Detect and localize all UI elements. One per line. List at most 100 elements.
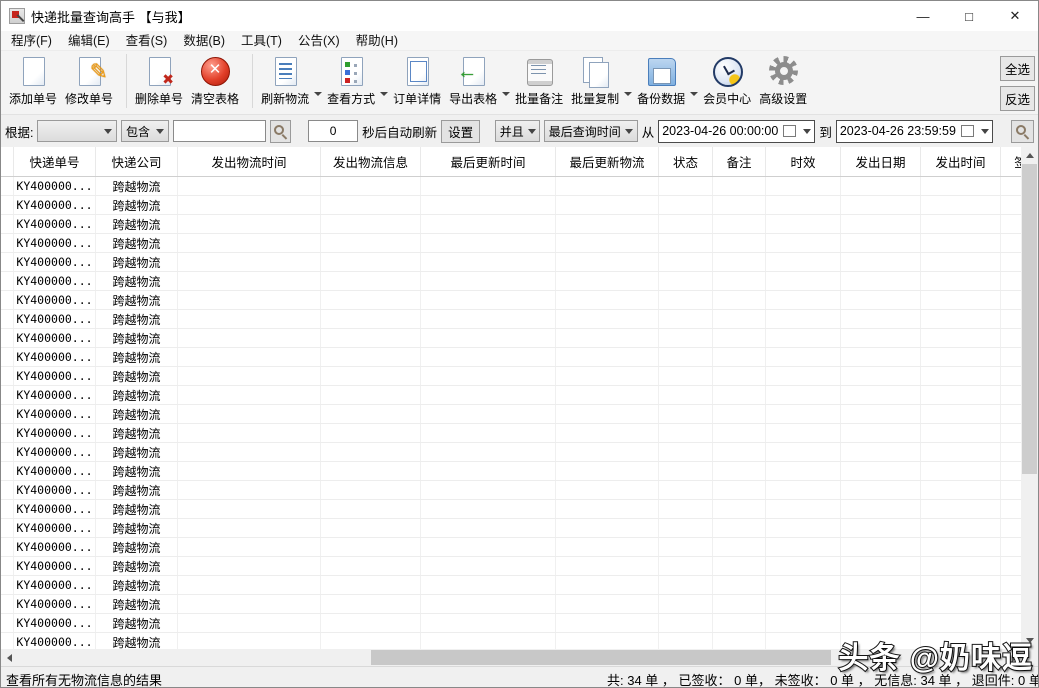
add-order-button[interactable]: 添加单号 [5,54,61,108]
tracking-number-cell[interactable]: KY400000... [14,215,96,233]
backup-data-button[interactable]: 备份数据 [633,54,689,108]
vertical-scrollbar[interactable] [1021,147,1038,649]
tracking-number-cell[interactable]: KY400000... [14,310,96,328]
chevron-down-icon[interactable] [502,92,511,96]
batch-copy-button[interactable]: 批量复制 [567,54,623,108]
field-combobox[interactable] [37,120,117,142]
close-button[interactable]: ✕ [992,1,1038,31]
table-row[interactable]: KY400000... 跨越物流 [1,215,1023,234]
column-header-first-logistics-info[interactable]: 发出物流信息 [321,147,421,176]
row-selector-cell[interactable] [1,462,14,480]
row-selector-cell[interactable] [1,386,14,404]
refresh-logistics-button[interactable]: 刷新物流 [257,54,313,108]
row-selector-cell[interactable] [1,557,14,575]
table-row[interactable]: KY400000... 跨越物流 [1,519,1023,538]
tracking-number-cell[interactable]: KY400000... [14,424,96,442]
company-cell[interactable]: 跨越物流 [96,329,178,347]
table-row[interactable]: KY400000... 跨越物流 [1,481,1023,500]
to-datetime-picker[interactable]: 2023-04-26 23:59:59 [835,119,993,143]
company-cell[interactable]: 跨越物流 [96,424,178,442]
menu-item[interactable]: 编辑(E) [60,31,118,51]
company-cell[interactable]: 跨越物流 [96,557,178,575]
row-selector-cell[interactable] [1,500,14,518]
chevron-down-icon[interactable] [803,128,812,134]
tracking-number-cell[interactable]: KY400000... [14,481,96,499]
row-selector-cell[interactable] [1,215,14,233]
company-cell[interactable]: 跨越物流 [96,215,178,233]
table-row[interactable]: KY400000... 跨越物流 [1,253,1023,272]
table-row[interactable]: KY400000... 跨越物流 [1,310,1023,329]
column-header-ship-time[interactable]: 发出时间 [921,147,1001,176]
tracking-number-cell[interactable]: KY400000... [14,253,96,271]
column-header-sign[interactable]: 签 [1001,147,1023,176]
table-row[interactable]: KY400000... 跨越物流 [1,595,1023,614]
row-selector-cell[interactable] [1,177,14,195]
table-row[interactable]: KY400000... 跨越物流 [1,462,1023,481]
chevron-down-icon[interactable] [380,92,389,96]
row-selector-cell[interactable] [1,272,14,290]
auto-refresh-seconds-input[interactable] [308,120,359,142]
maximize-button[interactable]: □ [946,1,992,31]
table-row[interactable]: KY400000... 跨越物流 [1,424,1023,443]
tracking-number-cell[interactable]: KY400000... [14,177,96,195]
chevron-down-icon[interactable] [690,92,699,96]
column-header-aging[interactable]: 时效 [766,147,841,176]
menu-item[interactable]: 工具(T) [233,31,290,51]
column-header-ship-date[interactable]: 发出日期 [841,147,921,176]
company-cell[interactable]: 跨越物流 [96,443,178,461]
menu-item[interactable]: 数据(B) [175,31,233,51]
company-cell[interactable]: 跨越物流 [96,348,178,366]
company-cell[interactable]: 跨越物流 [96,386,178,404]
tracking-number-cell[interactable]: KY400000... [14,614,96,632]
column-header-last-update-info[interactable]: 最后更新物流 [556,147,659,176]
row-selector-cell[interactable] [1,443,14,461]
table-row[interactable]: KY400000... 跨越物流 [1,576,1023,595]
view-mode-button[interactable]: 查看方式 [323,54,379,108]
batch-note-button[interactable]: 批量备注 [511,54,567,108]
row-selector-cell[interactable] [1,519,14,537]
delete-order-button[interactable]: 删除单号 [131,54,187,108]
menu-item[interactable]: 查看(S) [118,31,176,51]
scroll-up-button[interactable] [1021,147,1038,164]
settings-button[interactable]: 设置 [441,119,481,143]
company-cell[interactable]: 跨越物流 [96,272,178,290]
table-row[interactable]: KY400000... 跨越物流 [1,348,1023,367]
tracking-number-cell[interactable]: KY400000... [14,576,96,594]
tracking-number-cell[interactable]: KY400000... [14,405,96,423]
table-row[interactable]: KY400000... 跨越物流 [1,177,1023,196]
row-selector-cell[interactable] [1,348,14,366]
row-selector-cell[interactable] [1,633,14,649]
tracking-number-cell[interactable]: KY400000... [14,367,96,385]
row-selector-cell[interactable] [1,595,14,613]
table-row[interactable]: KY400000... 跨越物流 [1,329,1023,348]
company-cell[interactable]: 跨越物流 [96,405,178,423]
tracking-number-cell[interactable]: KY400000... [14,595,96,613]
row-selector-cell[interactable] [1,310,14,328]
table-row[interactable]: KY400000... 跨越物流 [1,443,1023,462]
from-datetime-picker[interactable]: 2023-04-26 00:00:00 [658,119,816,143]
company-cell[interactable]: 跨越物流 [96,196,178,214]
tracking-number-cell[interactable]: KY400000... [14,538,96,556]
chevron-down-icon[interactable] [980,128,989,134]
tracking-number-cell[interactable]: KY400000... [14,462,96,480]
company-cell[interactable]: 跨越物流 [96,253,178,271]
export-table-button[interactable]: 导出表格 [445,54,501,108]
table-row[interactable]: KY400000... 跨越物流 [1,500,1023,519]
row-selector-cell[interactable] [1,234,14,252]
vertical-scroll-thumb[interactable] [1022,164,1037,474]
minimize-button[interactable]: — [900,1,946,31]
table-row[interactable]: KY400000... 跨越物流 [1,614,1023,633]
edit-order-button[interactable]: 修改单号 [61,54,117,108]
tracking-number-cell[interactable]: KY400000... [14,196,96,214]
horizontal-scroll-thumb[interactable] [371,650,831,665]
table-row[interactable]: KY400000... 跨越物流 [1,291,1023,310]
table-row[interactable]: KY400000... 跨越物流 [1,367,1023,386]
company-cell[interactable]: 跨越物流 [96,500,178,518]
row-selector-cell[interactable] [1,424,14,442]
table-row[interactable]: KY400000... 跨越物流 [1,405,1023,424]
tracking-number-cell[interactable]: KY400000... [14,500,96,518]
column-header-last-update-time[interactable]: 最后更新时间 [421,147,556,176]
select-all-button[interactable]: 全选 [1000,56,1035,81]
company-cell[interactable]: 跨越物流 [96,291,178,309]
column-header-company[interactable]: 快递公司 [96,147,178,176]
